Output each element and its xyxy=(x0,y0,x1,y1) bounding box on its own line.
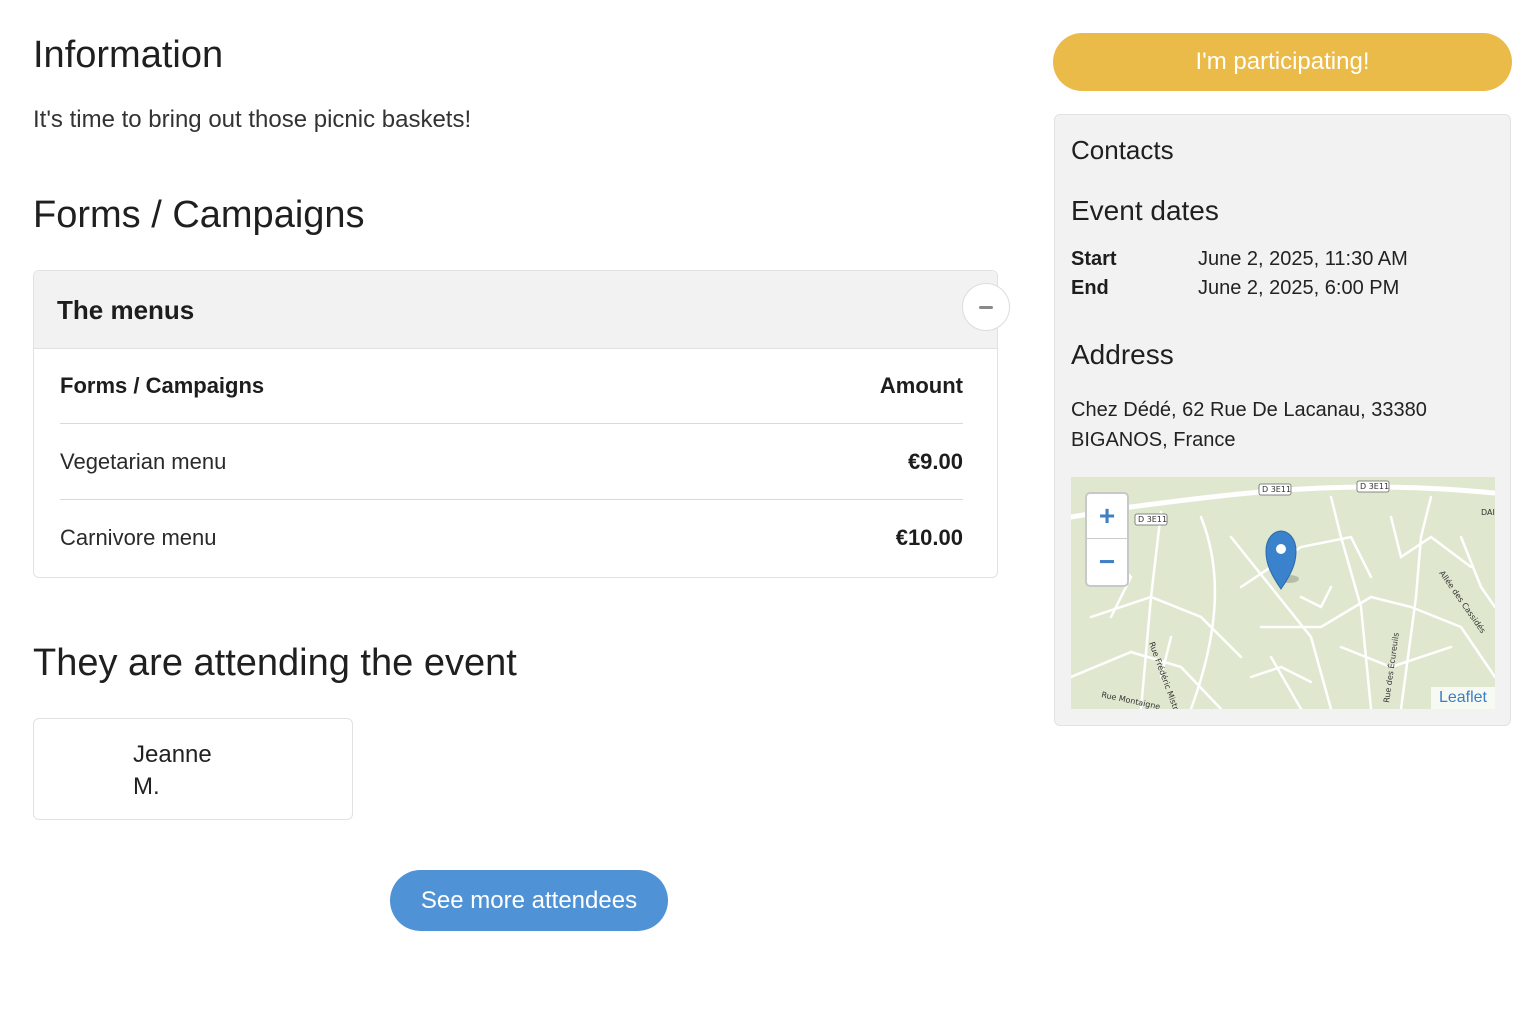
svg-text:D 3E11: D 3E11 xyxy=(1262,485,1291,494)
event-map[interactable]: D 3E11 D 3E11 D 3E11 DAI Allée des Cassi… xyxy=(1071,477,1495,709)
event-details-panel: Contacts Event dates Start June 2, 2025,… xyxy=(1054,114,1511,726)
minus-icon xyxy=(979,305,993,309)
menu-name: Vegetarian menu xyxy=(60,448,227,474)
menus-table: Forms / Campaigns Amount Vegetarian menu… xyxy=(60,349,963,576)
menu-amount: €10.00 xyxy=(895,525,963,550)
leaflet-attribution-link[interactable]: Leaflet xyxy=(1430,687,1495,709)
see-more-attendees-button[interactable]: See more attendees xyxy=(390,870,668,931)
end-label: End xyxy=(1071,277,1109,299)
svg-text:D 3E11: D 3E11 xyxy=(1360,482,1389,491)
attendee-card[interactable]: Jeanne M. xyxy=(33,718,353,820)
column-header-forms: Forms / Campaigns xyxy=(60,373,265,398)
svg-text:D 3E11: D 3E11 xyxy=(1138,515,1167,524)
address-text: Chez Dédé, 62 Rue De Lacanau, 33380 BIGA… xyxy=(1071,399,1427,451)
event-dates-title: Event dates xyxy=(1071,195,1219,226)
plus-icon[interactable]: + xyxy=(1087,494,1127,539)
attendee-last-name: M. xyxy=(133,773,160,800)
contacts-title: Contacts xyxy=(1071,135,1174,165)
participate-button[interactable]: I'm participating! xyxy=(1053,33,1512,91)
table-row: Carnivore menu €10.00 xyxy=(60,500,963,576)
information-text: It's time to bring out those picnic bask… xyxy=(33,106,472,133)
menu-amount: €9.00 xyxy=(907,448,963,474)
end-value: June 2, 2025, 6:00 PM xyxy=(1198,277,1400,299)
start-value: June 2, 2025, 11:30 AM xyxy=(1198,248,1408,270)
attendees-title: They are attending the event xyxy=(33,642,517,684)
address-title: Address xyxy=(1071,339,1174,370)
start-label: Start xyxy=(1071,248,1117,270)
menu-name: Carnivore menu xyxy=(60,525,217,550)
information-title: Information xyxy=(33,34,224,76)
svg-text:DAI: DAI xyxy=(1481,508,1495,517)
collapse-button[interactable] xyxy=(962,283,1010,331)
menus-card-header: The menus xyxy=(34,271,1010,349)
attendee-first-name: Jeanne xyxy=(133,741,212,768)
menus-card: The menus Forms / Campaigns Amount Veget… xyxy=(33,270,1010,578)
map-tiles: D 3E11 D 3E11 D 3E11 DAI Allée des Cassi… xyxy=(1071,477,1495,709)
forms-title: Forms / Campaigns xyxy=(33,194,365,236)
minus-icon[interactable]: − xyxy=(1087,539,1127,584)
column-header-amount: Amount xyxy=(879,373,963,398)
menus-card-title: The menus xyxy=(57,295,195,325)
map-zoom-control: + − xyxy=(1085,492,1129,587)
table-header-row: Forms / Campaigns Amount xyxy=(60,349,963,424)
table-row: Vegetarian menu €9.00 xyxy=(60,424,963,500)
event-page: Information It's time to bring out those… xyxy=(0,0,1536,1024)
